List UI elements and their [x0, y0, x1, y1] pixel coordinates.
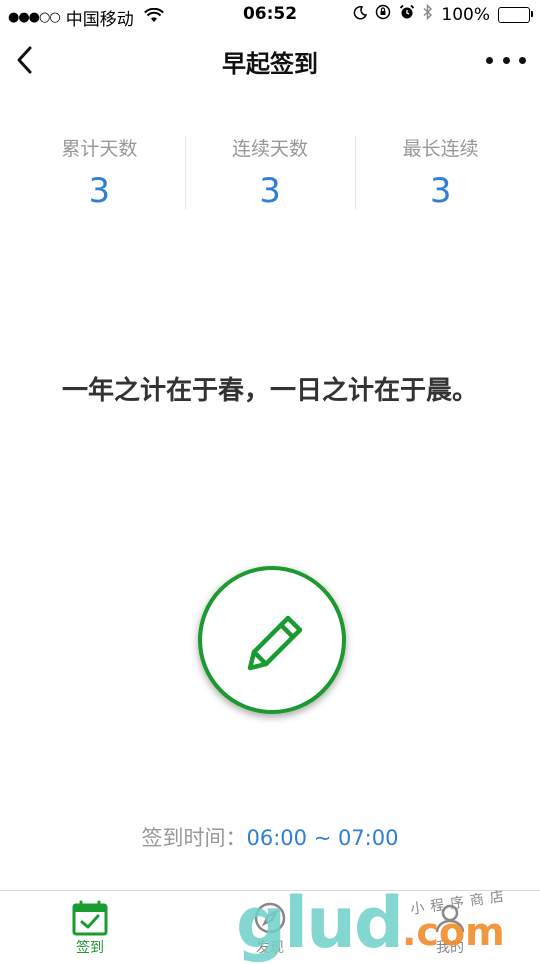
battery-percent: 100% — [441, 4, 490, 25]
more-dot-icon — [486, 56, 493, 64]
tab-mine[interactable]: 我的 — [400, 899, 500, 957]
check-in-button[interactable] — [198, 566, 346, 714]
tab-discover[interactable]: 发现 — [220, 899, 320, 957]
stat-longest-streak: 最长连续 3 — [355, 130, 526, 214]
check-in-time-label: 签到时间： — [141, 826, 247, 850]
alarm-icon — [399, 4, 415, 25]
battery-icon — [498, 6, 533, 23]
stat-label: 连续天数 — [232, 138, 309, 160]
more-dot-icon — [519, 56, 526, 64]
stat-consecutive-days: 连续天数 3 — [184, 130, 356, 214]
nav-bar: 早起签到 — [0, 34, 540, 90]
calendar-check-icon — [40, 899, 140, 937]
moon-icon — [353, 5, 368, 25]
stat-value: 3 — [259, 171, 281, 211]
tab-label: 发现 — [256, 940, 284, 956]
bluetooth-icon — [423, 3, 433, 25]
tab-label: 签到 — [76, 940, 104, 956]
page-title: 早起签到 — [222, 50, 318, 78]
check-in-time: 签到时间：06:00 ~ 07:00 — [0, 822, 540, 852]
stats-panel: 累计天数 3 连续天数 3 最长连续 3 — [14, 130, 526, 214]
check-in-time-range: 06:00 ~ 07:00 — [246, 826, 399, 850]
stat-value: 3 — [88, 171, 111, 211]
user-icon — [400, 899, 500, 937]
stat-label: 最长连续 — [402, 138, 479, 160]
more-dot-icon — [502, 56, 510, 64]
pencil-icon — [247, 615, 303, 671]
stat-total-days: 累计天数 3 — [14, 130, 185, 214]
motto-text: 一年之计在于春，一日之计在于晨。 — [61, 376, 478, 406]
stat-value: 3 — [429, 171, 452, 211]
stat-label: 累计天数 — [61, 138, 138, 160]
tab-label: 我的 — [436, 940, 464, 956]
more-button[interactable] — [486, 48, 526, 72]
compass-icon — [220, 899, 320, 937]
tab-checkin[interactable]: 签到 — [40, 899, 140, 957]
status-right: 100% — [353, 3, 533, 25]
status-bar: ●●●○○ 中国移动 06:52 100% — [0, 0, 540, 30]
rotation-lock-icon — [375, 4, 391, 25]
tab-bar: 签到 发现 我的 — [0, 890, 540, 961]
